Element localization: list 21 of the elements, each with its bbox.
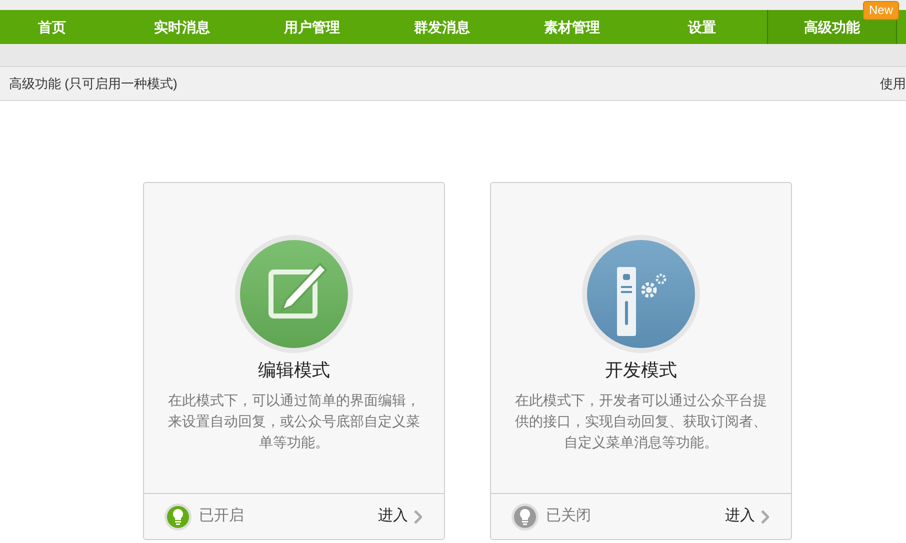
nav-tab[interactable]: 实时消息 — [117, 10, 247, 44]
chevron-right-icon — [761, 510, 769, 524]
mode-title: 编辑模式 — [258, 359, 330, 382]
chevron-right-icon — [414, 510, 422, 524]
new-badge: New — [862, 1, 899, 20]
nav-tab[interactable]: 用户管理 — [247, 10, 377, 44]
status-label: 已开启 — [199, 506, 244, 526]
edit-icon — [234, 234, 354, 354]
server-icon — [581, 234, 701, 354]
status-label: 已关闭 — [546, 506, 591, 526]
help-link[interactable]: 使用 — [880, 74, 906, 94]
nav-tab[interactable]: 设置 — [637, 10, 767, 44]
mode-title: 开发模式 — [605, 359, 677, 382]
enter-button[interactable]: 进入 — [725, 505, 769, 528]
nav-tab[interactable]: 首页 — [0, 10, 117, 44]
nav-tab[interactable]: 群发消息 — [377, 10, 507, 44]
page-title: 高级功能 (只可启用一种模式) — [9, 74, 178, 93]
nav-tab[interactable]: 素材管理 — [507, 10, 637, 44]
enter-button[interactable]: 进入 — [378, 505, 422, 528]
mode-description: 在此模式下，开发者可以通过公众平台提供的接口，实现自动回复、获取订阅者、自定义菜单消息等功能。 — [514, 391, 768, 452]
mode-description: 在此模式下，可以通过简单的界面编辑，来设置自动回复，或公众号底部自定义菜单等功能。 — [167, 391, 421, 452]
